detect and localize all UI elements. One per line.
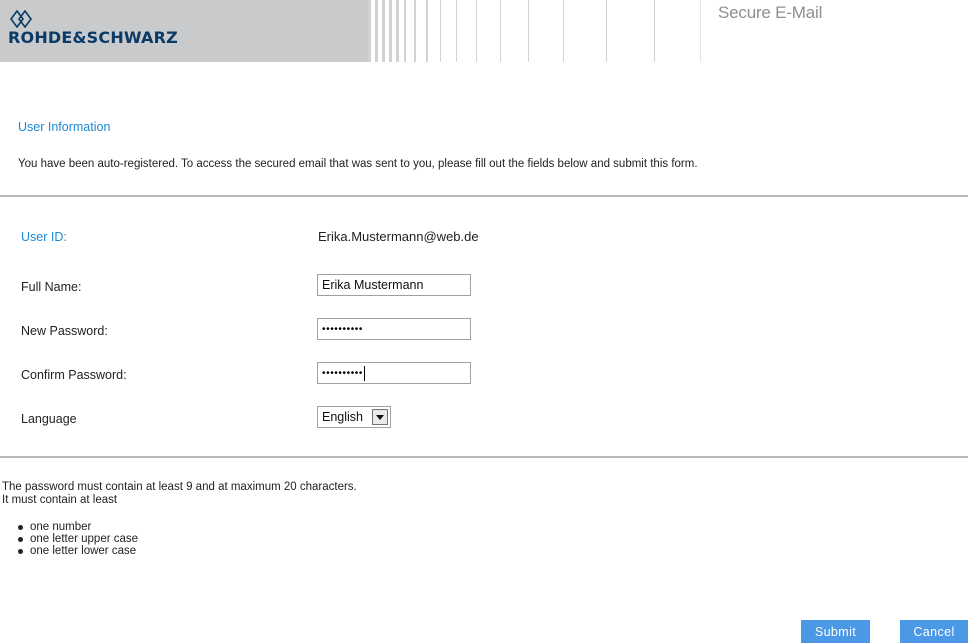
list-item: one number bbox=[18, 521, 357, 533]
full-name-input[interactable]: Erika Mustermann bbox=[317, 274, 471, 296]
user-id-label: User ID: bbox=[21, 230, 67, 244]
full-name-value: Erika Mustermann bbox=[322, 278, 424, 292]
page-header: ROHDE&SCHWARZ Secure E-Mail bbox=[0, 0, 968, 62]
user-id-value: Erika.Mustermann@web.de bbox=[318, 229, 479, 244]
language-selected-value: English bbox=[322, 410, 363, 424]
confirm-password-mask: •••••••••• bbox=[322, 367, 364, 379]
list-item: one letter upper case bbox=[18, 533, 357, 545]
new-password-label: New Password: bbox=[21, 324, 108, 338]
brand-name: ROHDE&SCHWARZ bbox=[8, 28, 178, 47]
divider-top bbox=[0, 195, 968, 197]
brand-logo: ROHDE&SCHWARZ bbox=[8, 10, 178, 50]
header-stripes bbox=[368, 0, 668, 62]
header-divider bbox=[700, 0, 701, 62]
intro-text: You have been auto-registered. To access… bbox=[18, 158, 698, 170]
password-requirements: The password must contain at least 9 and… bbox=[2, 481, 357, 557]
section-title: User Information bbox=[18, 120, 111, 134]
divider-bottom bbox=[0, 456, 968, 458]
password-rule-line1: The password must contain at least 9 and… bbox=[2, 481, 357, 493]
new-password-mask: •••••••••• bbox=[322, 323, 364, 335]
password-rule-line2: It must contain at least bbox=[2, 494, 118, 506]
text-caret bbox=[364, 365, 366, 381]
full-name-label: Full Name: bbox=[21, 280, 82, 294]
password-rule-list: one number one letter upper case one let… bbox=[2, 521, 357, 557]
language-select[interactable]: English bbox=[317, 406, 391, 428]
language-label: Language bbox=[21, 412, 77, 426]
list-item: one letter lower case bbox=[18, 545, 357, 557]
confirm-password-label: Confirm Password: bbox=[21, 368, 127, 382]
confirm-password-input[interactable]: •••••••••• bbox=[317, 362, 471, 384]
cancel-button[interactable]: Cancel bbox=[900, 620, 968, 643]
product-title: Secure E-Mail bbox=[718, 3, 823, 22]
dropdown-arrow-icon[interactable] bbox=[372, 409, 388, 425]
rohde-schwarz-diamond-logo-icon bbox=[10, 10, 32, 28]
submit-button[interactable]: Submit bbox=[801, 620, 870, 643]
new-password-input[interactable]: •••••••••• bbox=[317, 318, 471, 340]
